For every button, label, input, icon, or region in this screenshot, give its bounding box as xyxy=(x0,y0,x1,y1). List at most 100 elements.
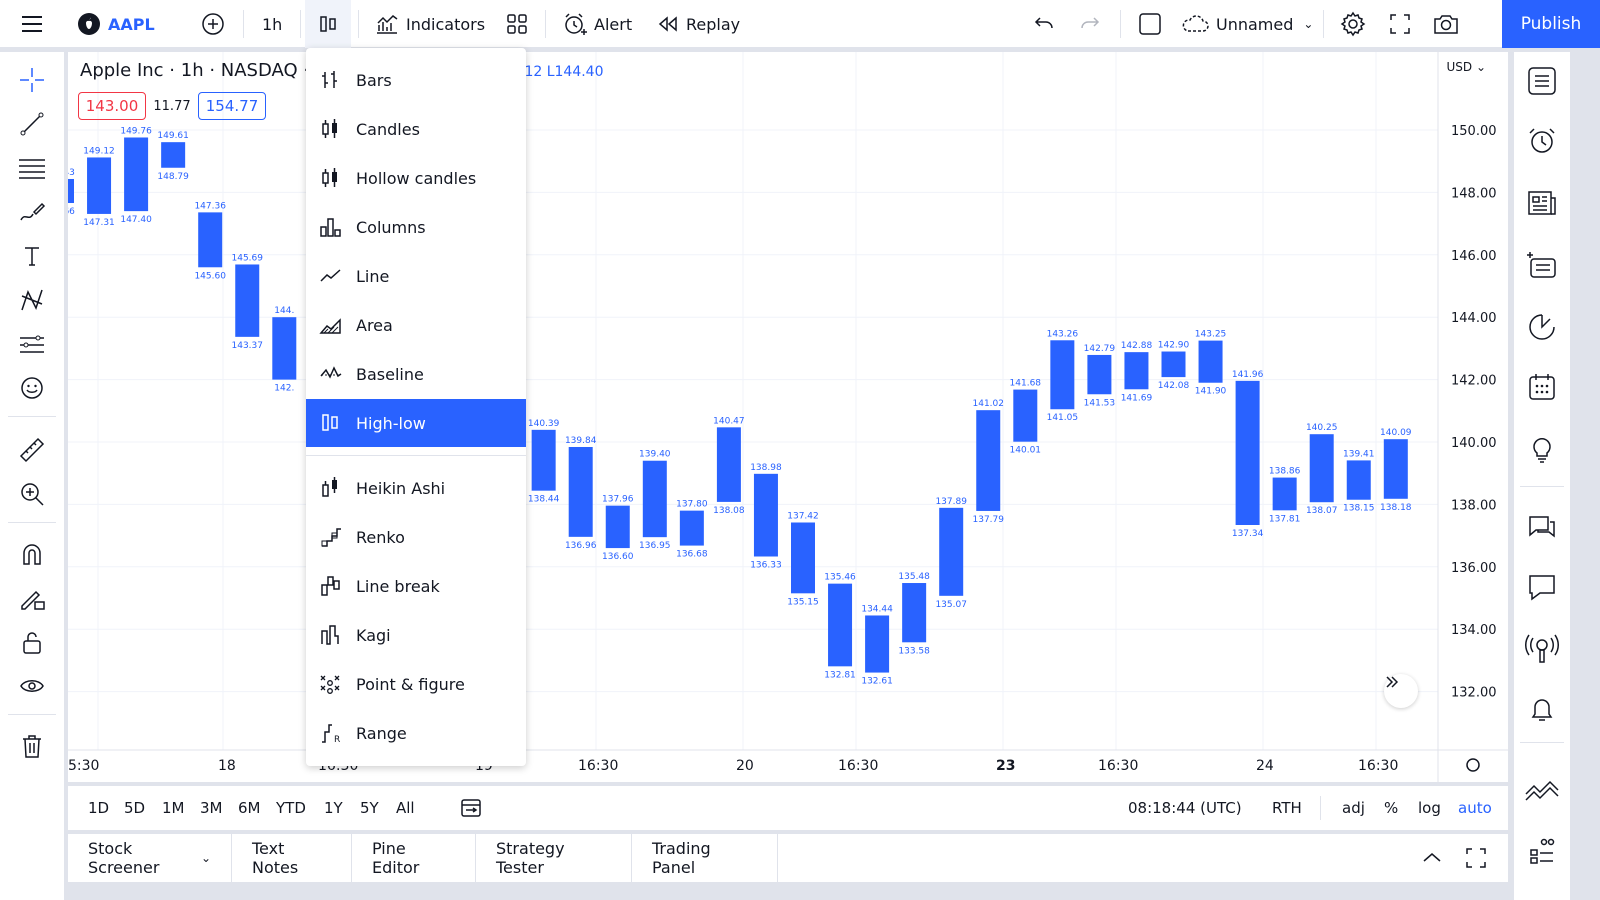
collapse-panel-button[interactable] xyxy=(1420,834,1444,882)
tab-text-notes[interactable]: Text Notes xyxy=(232,834,352,882)
percent-toggle[interactable]: % xyxy=(1384,786,1398,830)
auto-toggle[interactable]: auto xyxy=(1458,786,1492,830)
emoji-icon[interactable] xyxy=(16,372,48,404)
menu-item-point-figure[interactable]: Point & figure xyxy=(306,660,526,708)
layout-name-button[interactable]: Unnamed ⌄ xyxy=(1180,0,1313,48)
log-toggle[interactable]: log xyxy=(1418,786,1441,830)
streams-icon[interactable] xyxy=(1523,630,1561,668)
trash-icon[interactable] xyxy=(16,730,48,762)
session-toggle[interactable]: RTH xyxy=(1272,786,1302,830)
currency-selector[interactable]: USD ⌄ xyxy=(1446,60,1486,74)
eye-icon[interactable] xyxy=(16,670,48,702)
clock-display[interactable]: 08:18:44 (UTC) xyxy=(1128,786,1242,830)
fib-retracement-icon[interactable] xyxy=(16,152,48,184)
menu-item-label: High-low xyxy=(356,413,426,433)
menu-item-kagi[interactable]: Kagi xyxy=(306,611,526,659)
trading-chart-icon[interactable] xyxy=(1523,770,1561,808)
sell-price-box[interactable]: 143.00 xyxy=(78,92,146,120)
settings-button[interactable] xyxy=(1340,0,1366,48)
range-button-3m[interactable]: 3M xyxy=(200,786,223,830)
buy-price-box[interactable]: 154.77 xyxy=(198,92,266,120)
high-low-bar xyxy=(161,142,186,168)
axis-settings-gear-icon[interactable] xyxy=(1466,758,1480,772)
alert-button[interactable]: Alert xyxy=(562,0,632,48)
notifications-bell-icon[interactable] xyxy=(1523,690,1561,728)
menu-item-area[interactable]: Area xyxy=(306,301,526,349)
ruler-icon[interactable] xyxy=(16,434,48,466)
chat-bubble-icon[interactable] xyxy=(1523,568,1561,606)
bar-high-label: 142.79 xyxy=(1084,344,1116,354)
menu-item-line-break[interactable]: Line break xyxy=(306,562,526,610)
range-button-5y[interactable]: 5Y xyxy=(360,786,379,830)
time-axis-label: 16:30 xyxy=(1358,758,1398,774)
range-button-all[interactable]: All xyxy=(396,786,415,830)
add-symbol-button[interactable] xyxy=(200,0,226,48)
ideas-lightbulb-icon[interactable] xyxy=(1523,430,1561,468)
symbol-search-button[interactable]: AAPL xyxy=(78,0,155,48)
tab-stock-screener[interactable]: Stock Screener ⌄ xyxy=(68,834,232,882)
crosshair-icon[interactable] xyxy=(16,64,48,96)
brush-icon[interactable] xyxy=(16,196,48,228)
go-to-date-button[interactable] xyxy=(460,786,482,830)
menu-item-heikin-ashi[interactable]: Heikin Ashi xyxy=(306,464,526,512)
range-button-1d[interactable]: 1D xyxy=(88,786,109,830)
menu-item-range[interactable]: R Range xyxy=(306,709,526,757)
menu-item-renko[interactable]: Renko xyxy=(306,513,526,561)
price-axis-label: 144.00 xyxy=(1451,311,1497,326)
kagi-icon xyxy=(306,623,356,647)
magnet-icon[interactable] xyxy=(16,538,48,570)
maximize-panel-button[interactable] xyxy=(1464,834,1488,882)
chart-pane[interactable]: 150.00 148.00 146.00 144.00 142.00 140.00 138.… xyxy=(68,52,1508,782)
interval-button[interactable]: 1h xyxy=(262,0,282,48)
publish-button[interactable]: Publish xyxy=(1502,0,1600,48)
prediction-tools-icon[interactable] xyxy=(16,328,48,360)
watchlist-icon[interactable] xyxy=(1523,62,1561,100)
price-chart[interactable]: 150.00 148.00 146.00 144.00 142.00 140.00 138.… xyxy=(68,52,1508,782)
range-button-6m[interactable]: 6M xyxy=(238,786,261,830)
object-tree-icon[interactable] xyxy=(1523,832,1561,870)
chart-type-button[interactable] xyxy=(305,0,351,48)
patterns-icon[interactable] xyxy=(16,284,48,316)
calendar-icon[interactable] xyxy=(1523,368,1561,406)
snapshot-button[interactable] xyxy=(1432,0,1460,48)
redo-button[interactable] xyxy=(1078,0,1102,48)
scroll-to-realtime-button[interactable] xyxy=(1384,674,1418,708)
menu-item-baseline[interactable]: Baseline xyxy=(306,350,526,398)
news-icon[interactable] xyxy=(1523,184,1561,222)
data-window-icon[interactable] xyxy=(1523,246,1561,284)
tab-trading-panel[interactable]: Trading Panel xyxy=(632,834,778,882)
menu-item-columns[interactable]: Columns xyxy=(306,203,526,251)
high-low-bar xyxy=(1383,439,1408,499)
menu-icon[interactable] xyxy=(18,0,46,48)
adj-toggle[interactable]: adj xyxy=(1342,786,1365,830)
text-tool-icon[interactable] xyxy=(16,240,48,272)
layouts-button[interactable] xyxy=(505,0,529,48)
range-button-ytd[interactable]: YTD xyxy=(276,786,306,830)
menu-item-candles[interactable]: Candles xyxy=(306,105,526,153)
range-button-1m[interactable]: 1M xyxy=(162,786,185,830)
menu-item-hollow-candles[interactable]: Hollow candles xyxy=(306,154,526,202)
alerts-icon[interactable] xyxy=(1523,122,1561,160)
tab-strategy-tester[interactable]: Strategy Tester xyxy=(476,834,632,882)
range-button-5d[interactable]: 5D xyxy=(124,786,145,830)
trend-line-icon[interactable] xyxy=(16,108,48,140)
indicators-icon xyxy=(377,15,398,34)
menu-item-line[interactable]: Line xyxy=(306,252,526,300)
high-low-bar xyxy=(1013,389,1038,442)
replay-button[interactable]: Replay xyxy=(656,0,740,48)
select-layout-checkbox[interactable] xyxy=(1137,0,1163,48)
hotlists-icon[interactable] xyxy=(1523,308,1561,346)
menu-item-bars[interactable]: Bars xyxy=(306,56,526,104)
unlock-icon[interactable] xyxy=(16,626,48,658)
tab-pine-editor[interactable]: Pine Editor xyxy=(352,834,476,882)
menu-item-high-low[interactable]: High-low xyxy=(306,399,526,447)
range-button-1y[interactable]: 1Y xyxy=(324,786,343,830)
layout-name-label: Unnamed xyxy=(1216,14,1294,34)
zoom-in-icon[interactable] xyxy=(16,478,48,510)
chats-icon[interactable] xyxy=(1523,508,1561,546)
indicators-button[interactable]: Indicators xyxy=(374,0,485,48)
lock-drawing-pencil-icon[interactable] xyxy=(16,582,48,614)
fullscreen-button[interactable] xyxy=(1388,0,1412,48)
alert-label: Alert xyxy=(594,14,633,34)
undo-button[interactable] xyxy=(1032,0,1056,48)
